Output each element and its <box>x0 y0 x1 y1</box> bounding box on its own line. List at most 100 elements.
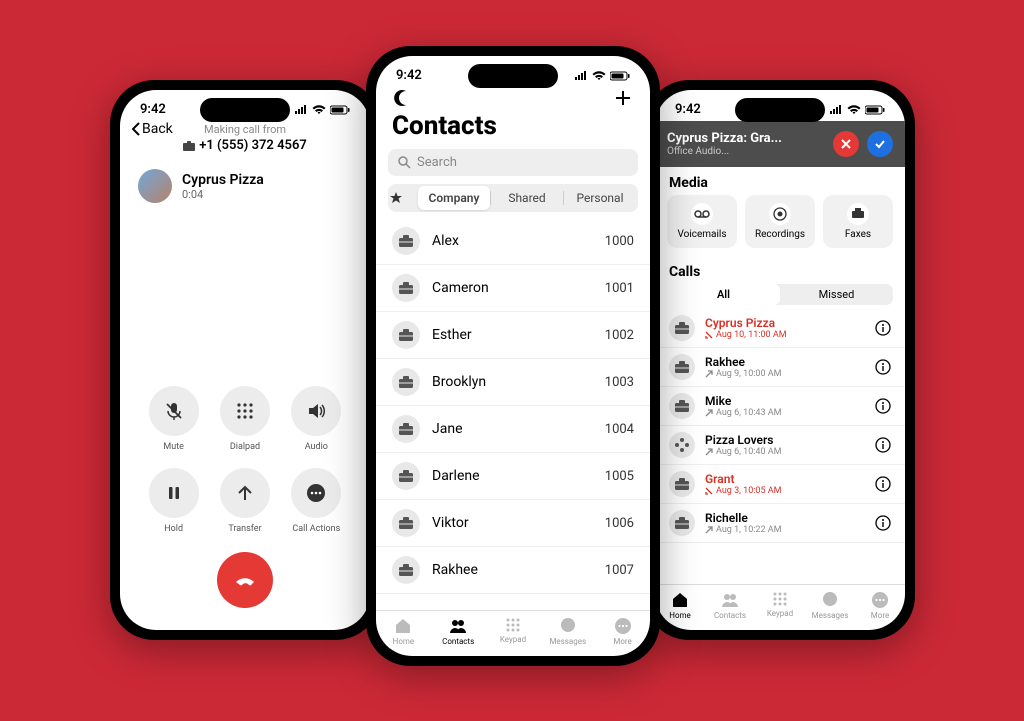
tab-more[interactable]: More <box>595 617 650 646</box>
seg-missed[interactable]: Missed <box>780 284 893 305</box>
search-placeholder: Search <box>417 155 457 170</box>
info-button[interactable] <box>875 398 891 414</box>
info-button[interactable] <box>875 476 891 492</box>
tab-contacts[interactable]: Contacts <box>705 591 755 620</box>
avatar <box>138 169 172 203</box>
tab-more[interactable]: More <box>855 591 905 620</box>
call-name: Rakhee <box>705 355 865 369</box>
moon-icon <box>394 89 412 107</box>
call-row[interactable]: Pizza Lovers Aug 6, 10:40 AM <box>655 426 905 465</box>
call-row[interactable]: Richelle Aug 1, 10:22 AM <box>655 504 905 543</box>
keypad-icon <box>772 591 788 607</box>
mute-button[interactable] <box>149 386 199 436</box>
voicemails-card[interactable]: Voicemails <box>667 195 737 248</box>
tab-messages[interactable]: Messages <box>805 591 855 620</box>
banner-title: Cyprus Pizza: Gra... <box>667 131 825 146</box>
status-icons <box>294 105 350 115</box>
contact-extension: 1005 <box>605 469 634 484</box>
phone-calls: 9:42 Cyprus Pizza: Gra... Office Audio..… <box>645 80 915 640</box>
clock: 9:42 <box>675 102 701 117</box>
clock: 9:42 <box>140 102 166 117</box>
call-row[interactable]: Cyprus Pizza Aug 10, 11:00 AM <box>655 309 905 348</box>
seg-personal[interactable]: Personal <box>564 186 636 210</box>
recordings-card[interactable]: Recordings <box>745 195 815 248</box>
call-row[interactable]: Grant Aug 3, 10:05 AM <box>655 465 905 504</box>
accept-button[interactable] <box>867 131 893 157</box>
call-row[interactable]: Rakhee Aug 9, 10:00 AM <box>655 348 905 387</box>
search-icon <box>398 156 411 169</box>
briefcase-icon <box>392 321 420 349</box>
call-actions-button[interactable] <box>291 468 341 518</box>
more-icon <box>871 591 889 609</box>
contact-row[interactable]: Jane1004 <box>376 406 650 453</box>
call-duration: 0:04 <box>182 188 264 201</box>
tab-keypad[interactable]: Keypad <box>486 617 541 646</box>
contact-extension: 1004 <box>605 422 634 437</box>
more-icon <box>614 617 632 635</box>
back-label: Back <box>142 121 173 137</box>
search-input[interactable]: Search <box>388 149 638 176</box>
contact-row[interactable]: Cameron 1001 <box>376 265 650 312</box>
info-button[interactable] <box>875 437 891 453</box>
briefcase-icon <box>669 354 695 380</box>
briefcase-icon <box>669 315 695 341</box>
contact-extension: 1007 <box>605 563 634 578</box>
contact-row[interactable]: Darlene1005 <box>376 453 650 500</box>
mic-off-icon <box>164 401 184 421</box>
contact-row[interactable]: Esther1002 <box>376 312 650 359</box>
call-time: Aug 6, 10:43 AM <box>705 408 865 418</box>
info-button[interactable] <box>875 320 891 336</box>
call-name: Pizza Lovers <box>705 433 865 447</box>
info-button[interactable] <box>875 359 891 375</box>
tab-home[interactable]: Home <box>655 591 705 620</box>
dialpad-button[interactable] <box>220 386 270 436</box>
contact-row[interactable]: Alex1000 <box>376 218 650 265</box>
contact-row[interactable]: Rakhee1007 <box>376 547 650 594</box>
contact-name: Brooklyn <box>432 374 593 390</box>
tab-home[interactable]: Home <box>376 617 431 646</box>
active-call-banner[interactable]: Cyprus Pizza: Gra... Office Audio... <box>655 121 905 167</box>
tab-bar: Home Contacts Keypad Messages More <box>655 584 905 630</box>
call-name: Cyprus Pizza <box>705 316 865 330</box>
contact-name: Cameron <box>432 280 593 296</box>
media-heading: Media <box>655 167 905 195</box>
audio-button[interactable] <box>291 386 341 436</box>
page-title: Contacts <box>376 107 650 149</box>
clock: 9:42 <box>396 68 422 83</box>
faxes-card[interactable]: Faxes <box>823 195 893 248</box>
contact-row[interactable]: Brooklyn1003 <box>376 359 650 406</box>
tab-keypad[interactable]: Keypad <box>755 591 805 620</box>
hold-button[interactable] <box>149 468 199 518</box>
call-time: Aug 3, 10:05 AM <box>705 486 865 496</box>
seg-company[interactable]: Company <box>418 186 490 210</box>
dialpad-label: Dialpad <box>230 442 260 452</box>
call-actions-label: Call Actions <box>292 524 340 534</box>
call-time: Aug 9, 10:00 AM <box>705 369 865 379</box>
seg-favorites[interactable] <box>390 187 418 209</box>
more-icon <box>306 483 326 503</box>
contact-name: Alex <box>432 233 593 249</box>
info-button[interactable] <box>875 515 891 531</box>
add-contact-button[interactable] <box>614 89 632 107</box>
voicemail-icon <box>691 203 713 225</box>
dnd-toggle[interactable] <box>394 89 412 107</box>
back-button[interactable]: Back <box>132 121 173 137</box>
briefcase-icon <box>669 393 695 419</box>
seg-shared[interactable]: Shared <box>491 186 563 210</box>
contacts-icon <box>721 591 739 609</box>
notch <box>200 98 290 122</box>
transfer-button[interactable] <box>220 468 270 518</box>
contact-extension: 1001 <box>605 281 634 296</box>
mute-label: Mute <box>163 442 184 452</box>
briefcase-icon <box>392 415 420 443</box>
fax-icon <box>847 203 869 225</box>
decline-button[interactable] <box>833 131 859 157</box>
briefcase-icon <box>392 462 420 490</box>
tab-contacts[interactable]: Contacts <box>431 617 486 646</box>
call-row[interactable]: Mike Aug 6, 10:43 AM <box>655 387 905 426</box>
seg-all[interactable]: All <box>667 284 780 305</box>
tab-messages[interactable]: Messages <box>540 617 595 646</box>
contact-row[interactable]: Viktor1006 <box>376 500 650 547</box>
keypad-icon <box>505 617 521 633</box>
hangup-button[interactable] <box>217 552 273 608</box>
